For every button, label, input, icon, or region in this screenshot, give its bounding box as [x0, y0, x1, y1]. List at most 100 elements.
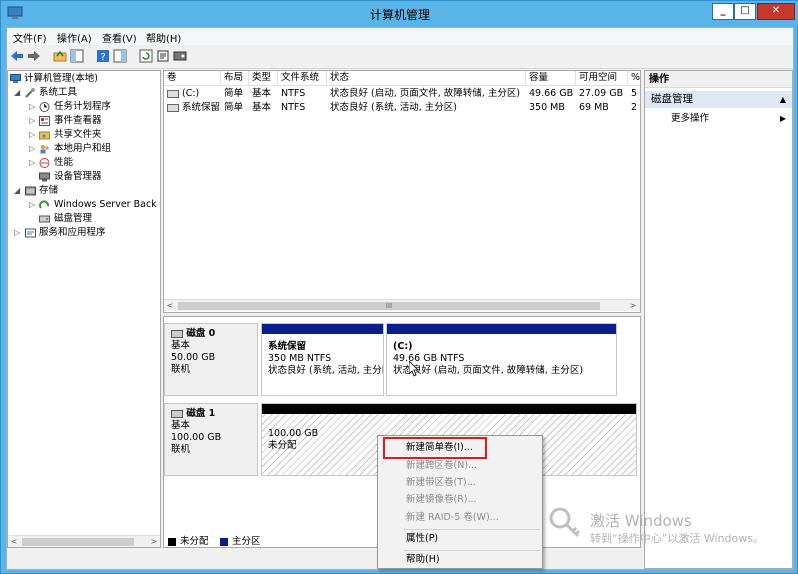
clock-icon: [39, 102, 50, 112]
menu-item-new-striped-volume[interactable]: 新建带区卷(T)...: [406, 475, 476, 491]
column-header-filesystem[interactable]: 文件系统: [278, 71, 327, 86]
window-title: 计算机管理: [369, 8, 430, 22]
volume-name: 系统保留: [268, 341, 307, 352]
backup-icon: [39, 200, 50, 209]
scroll-left-icon[interactable]: <: [8, 536, 20, 547]
activation-watermark-subtitle: 转到“操作中心”以激活 Windows。: [590, 532, 764, 545]
tree-horizontal-scrollbar[interactable]: < >: [8, 535, 160, 547]
close-button[interactable]: ✕: [757, 3, 795, 20]
help-icon[interactable]: ?: [96, 49, 110, 63]
column-header-type[interactable]: 类型: [249, 71, 278, 86]
collapsed-arrow-icon[interactable]: ▷: [29, 100, 37, 114]
disk-name: 磁盘 1: [171, 408, 251, 420]
collapsed-arrow-icon[interactable]: ▷: [29, 128, 37, 142]
collapsed-arrow-icon[interactable]: ▷: [14, 226, 22, 240]
tree-label: 设备管理器: [54, 171, 102, 182]
computer-icon: [10, 74, 21, 83]
forward-arrow-icon[interactable]: [27, 49, 41, 63]
refresh-icon[interactable]: [139, 49, 153, 63]
cell-layout: 简单: [224, 102, 244, 113]
volume-system-reserved[interactable]: 系统保留 350 MB NTFS 状态良好 (系统, 活动, 主分区): [261, 323, 384, 396]
toolbar: ?: [7, 45, 793, 69]
cell-percent: 5: [631, 88, 638, 99]
collapsed-arrow-icon[interactable]: ▷: [29, 156, 37, 170]
mouse-cursor-icon: [409, 361, 419, 377]
menu-help[interactable]: 帮助(H): [146, 30, 181, 45]
menu-item-properties[interactable]: 属性(P): [406, 531, 438, 547]
navigation-tree: 计算机管理(本地) ◢ 系统工具 ▷ 任务计划程序 ▷ 事件查看器 ▷ 共享文件…: [7, 70, 161, 548]
actions-section-disk-management[interactable]: 磁盘管理 ▲: [645, 91, 792, 108]
properties-icon[interactable]: [156, 49, 170, 63]
disk-type: 基本: [171, 420, 191, 431]
event-icon: [39, 116, 50, 126]
expanded-arrow-icon[interactable]: ◢: [14, 184, 22, 198]
device-icon: [39, 172, 50, 182]
disk-0-info[interactable]: 磁盘 0 基本 50.00 GB 联机: [164, 323, 258, 396]
table-row[interactable]: 系统保留 简单 基本 NTFS 状态良好 (系统, 活动, 主分区) 350 M…: [164, 101, 640, 115]
volume-c-drive[interactable]: (C:) 49.66 GB NTFS 状态良好 (启动, 页面文件, 故障转储,…: [386, 323, 617, 396]
column-header-volume[interactable]: 卷: [164, 71, 221, 86]
tree-label: 服务和应用程序: [39, 227, 106, 238]
menu-item-help[interactable]: 帮助(H): [406, 552, 440, 568]
up-folder-icon[interactable]: [53, 49, 67, 63]
column-header-free-space[interactable]: 可用空间: [576, 71, 628, 86]
svg-text:?: ?: [100, 52, 105, 63]
table-row[interactable]: (C:) 简单 基本 NTFS 状态良好 (启动, 页面文件, 故障转储, 主分…: [164, 87, 640, 101]
volume-details: 系统保留 350 MB NTFS 状态良好 (系统, 活动, 主分区): [265, 337, 383, 392]
scroll-thumb[interactable]: [22, 538, 134, 546]
menu-view[interactable]: 查看(V): [102, 30, 137, 45]
services-icon: [25, 228, 36, 238]
tree-label: 共享文件夹: [54, 129, 102, 140]
tree-label: 事件查看器: [54, 115, 102, 126]
column-header-capacity[interactable]: 容量: [526, 71, 576, 86]
menu-file[interactable]: 文件(F): [13, 30, 47, 45]
menu-item-new-simple-volume[interactable]: 新建简单卷(I)...: [406, 440, 473, 456]
collapsed-arrow-icon[interactable]: ▷: [29, 142, 37, 156]
scroll-right-icon[interactable]: >: [627, 300, 639, 311]
show-hide-action-pane-icon[interactable]: [113, 49, 127, 63]
column-header-percent[interactable]: %: [628, 71, 640, 86]
disk-name: 磁盘 0: [171, 328, 251, 340]
cell-percent: 2: [631, 102, 638, 113]
expanded-arrow-icon[interactable]: ◢: [14, 86, 22, 100]
unallocated-bar: [262, 404, 636, 414]
volume-list: 卷 布局 类型 文件系统 状态 容量 可用空间 % (C:) 简单 基本 NTF…: [163, 70, 641, 313]
scroll-left-icon[interactable]: <: [164, 300, 176, 311]
computer-management-window: 计算机管理 _ □ ✕ 文件(F) 操作(A) 查看(V) 帮助(H) ? 计算…: [0, 0, 798, 574]
volume-status: 状态良好 (启动, 页面文件, 故障转储, 主分区): [393, 365, 584, 376]
show-hide-tree-icon[interactable]: [70, 49, 84, 63]
menu-item-new-spanned-volume[interactable]: 新建跨区卷(N)...: [406, 458, 477, 474]
disk-icon: [171, 409, 183, 418]
collapsed-arrow-icon[interactable]: ▷: [29, 198, 37, 212]
tools-icon: [25, 88, 35, 98]
collapsed-arrow-icon[interactable]: ▷: [29, 114, 37, 128]
scroll-right-icon[interactable]: >: [148, 536, 160, 547]
legend-label-primary: 主分区: [232, 536, 261, 547]
menu-item-new-raid5-volume[interactable]: 新建 RAID-5 卷(W)...: [406, 510, 499, 526]
submenu-arrow-icon: ▶: [779, 114, 786, 123]
list-horizontal-scrollbar[interactable]: < III >: [164, 299, 640, 311]
title-bar[interactable]: 计算机管理 _ □ ✕: [1, 1, 798, 27]
tree-label: 系统工具: [39, 87, 78, 98]
storage-icon: [25, 186, 36, 196]
legend-swatch-primary: [220, 538, 228, 546]
minimize-button[interactable]: _: [712, 3, 734, 20]
back-arrow-icon[interactable]: [10, 49, 24, 63]
tree-label: 磁盘管理: [54, 213, 93, 224]
cell-status: 状态良好 (系统, 活动, 主分区): [330, 102, 458, 113]
cell-status: 状态良好 (启动, 页面文件, 故障转储, 主分区): [330, 88, 521, 99]
menu-item-new-mirrored-volume[interactable]: 新建镜像卷(R)...: [406, 492, 477, 508]
collapse-up-icon[interactable]: ▲: [780, 91, 786, 108]
column-header-layout[interactable]: 布局: [221, 71, 249, 86]
legend-label-unallocated: 未分配: [180, 536, 209, 547]
volume-name: (C:): [393, 341, 413, 352]
maximize-button[interactable]: □: [734, 3, 756, 20]
disk-icon: [39, 215, 50, 223]
menu-action[interactable]: 操作(A): [57, 30, 92, 45]
more-actions-item[interactable]: 更多操作 ▶: [645, 111, 792, 127]
folder-icon: [39, 131, 50, 140]
scroll-thumb[interactable]: III: [178, 302, 600, 310]
column-header-status[interactable]: 状态: [327, 71, 526, 86]
disk-settings-icon[interactable]: [173, 49, 187, 63]
disk-1-info[interactable]: 磁盘 1 基本 100.00 GB 联机: [164, 403, 258, 476]
